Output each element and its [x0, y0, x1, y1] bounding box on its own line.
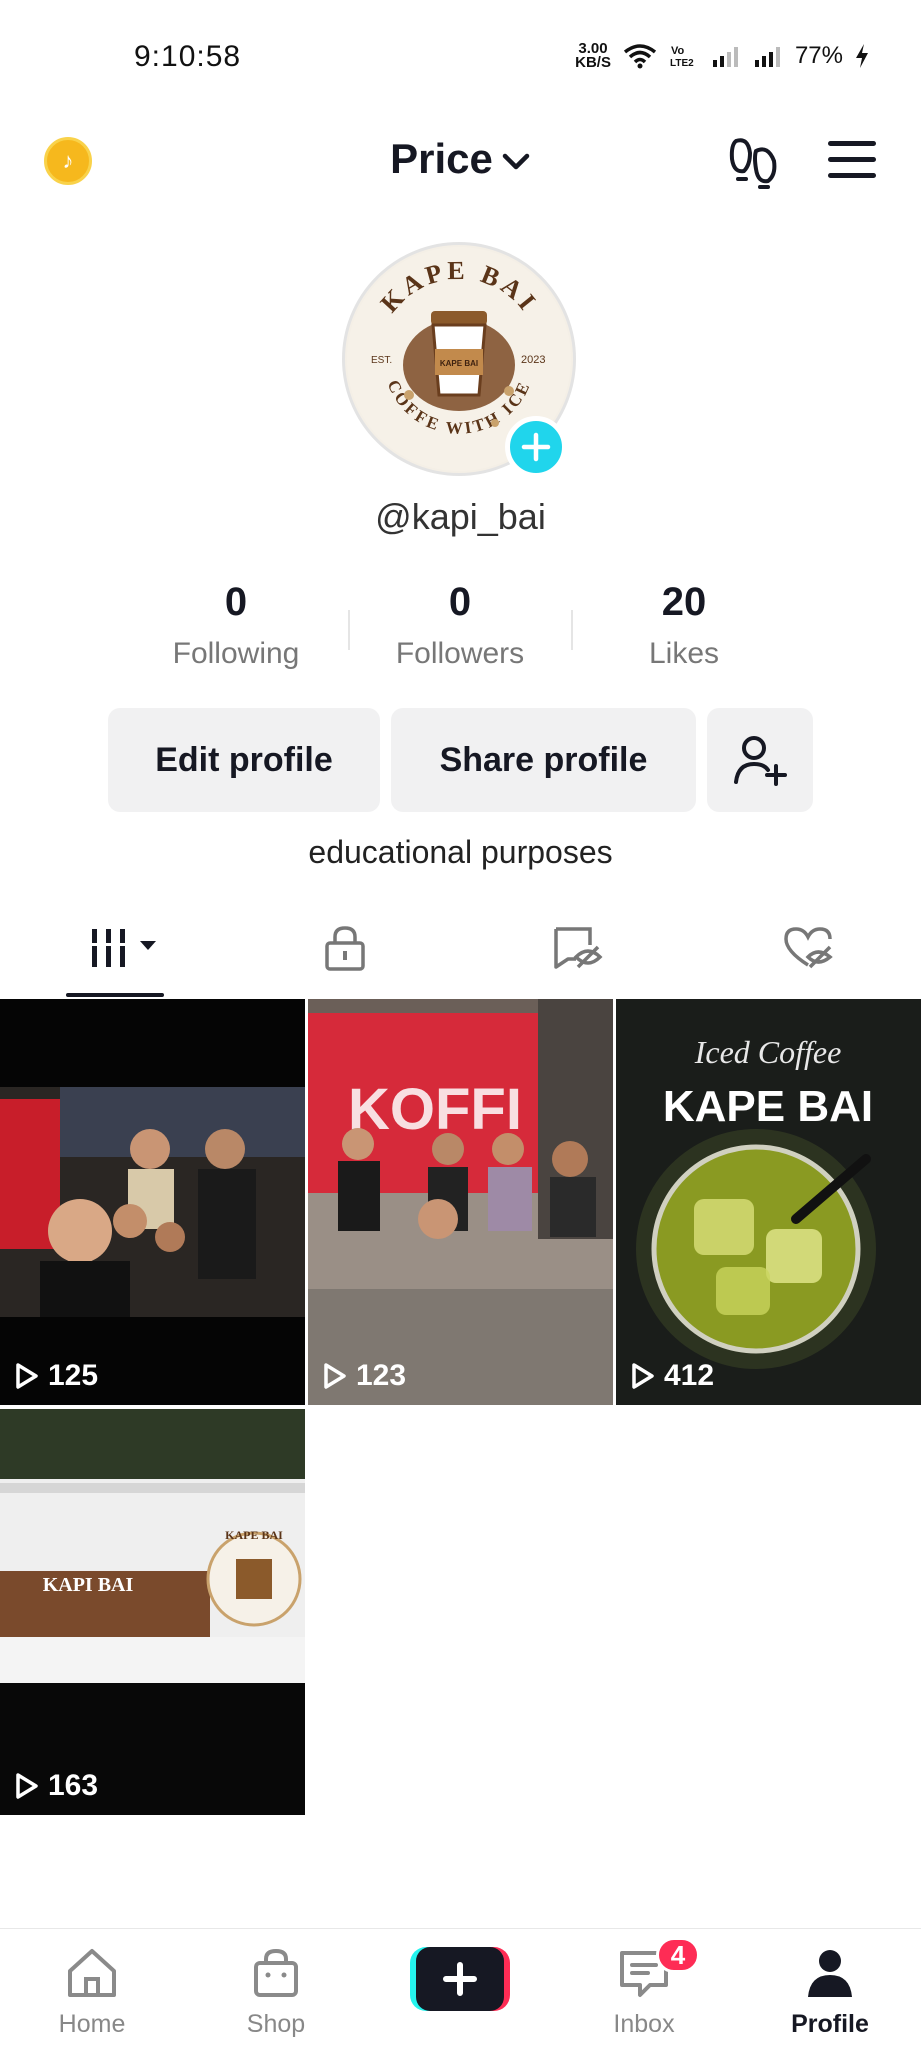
battery-percent: 77% [794, 42, 843, 69]
lock-icon [325, 926, 365, 971]
svg-text:KAPE BAI: KAPE BAI [225, 1528, 283, 1542]
followers-count: 0 [448, 580, 472, 624]
video-tile[interactable]: Iced Coffee KAPE BAI 412 [616, 999, 921, 1405]
nav-inbox-label: Inbox [613, 2010, 675, 2038]
svg-text:Vo: Vo [671, 45, 685, 57]
svg-text:KOFFI: KOFFI [348, 1077, 522, 1142]
stat-likes[interactable]: 20 Likes [584, 580, 784, 671]
volte-icon: VoLTE2 [670, 45, 694, 69]
likes-count: 20 [661, 580, 707, 624]
account-name: Price [390, 135, 493, 182]
video-thumbnail: KAPI BAI KAPE BAI [0, 1409, 305, 1815]
share-profile-button[interactable]: Share profile [391, 708, 696, 812]
add-friends-button[interactable] [707, 708, 813, 812]
liked-hidden-icon [784, 927, 833, 969]
signal-2-icon [754, 47, 780, 67]
status-indicators: 3.00 KB/S Vo LTE2 77% [575, 40, 869, 71]
menu-icon[interactable] [828, 141, 876, 189]
video-tile[interactable]: KAPI BAI KAPE BAI 163 [0, 1409, 305, 1815]
view-count: 125 [14, 1359, 98, 1393]
svg-text:2023: 2023 [521, 354, 545, 366]
stat-divider [571, 610, 573, 650]
following-label: Following [172, 637, 300, 670]
stat-followers[interactable]: 0 Followers [360, 580, 560, 671]
bottom-nav: Home Shop Inbox 4 Profile [0, 1928, 921, 2048]
view-count: 412 [630, 1359, 714, 1393]
svg-text:KAPE BAI: KAPE BAI [440, 359, 478, 368]
profile-bio: educational purposes [308, 834, 613, 870]
profile-header: ♪ Price [0, 125, 921, 205]
nav-profile-label: Profile [791, 2010, 869, 2038]
stat-following[interactable]: 0 Following [136, 580, 336, 671]
play-icon [324, 1363, 346, 1389]
nav-home[interactable]: Home [22, 1947, 162, 2039]
svg-text:KAPI BAI: KAPI BAI [43, 1574, 134, 1596]
account-switcher[interactable]: Price [0, 135, 921, 183]
wifi-icon [623, 44, 657, 69]
add-story-button[interactable] [505, 416, 567, 478]
svg-text:EST.: EST. [371, 355, 392, 366]
tab-liked[interactable] [782, 925, 834, 976]
video-tile[interactable]: 125 [0, 999, 305, 1405]
create-plus-icon [410, 1947, 510, 2011]
home-icon [68, 1949, 116, 1997]
likes-label: Likes [648, 637, 720, 670]
add-user-icon [734, 736, 787, 786]
tab-reposts[interactable] [552, 925, 604, 976]
status-bar: 9:10:58 3.00 KB/S Vo LTE2 77% [0, 0, 921, 110]
shopping-bag-icon [254, 1948, 298, 1997]
content-tabs [0, 905, 921, 997]
view-count: 123 [322, 1359, 406, 1393]
network-speed: 3.00 KB/S [575, 40, 611, 71]
nav-profile[interactable]: Profile [760, 1947, 900, 2039]
video-thumbnail [0, 999, 305, 1405]
plus-icon [521, 432, 551, 462]
video-thumbnail: KOFFI [308, 999, 613, 1405]
status-time: 9:10:58 [134, 40, 242, 73]
profile-stats: 0 Following 0 Followers 20 Likes [0, 580, 921, 680]
inbox-badge: 4 [656, 1937, 700, 1973]
followers-label: Followers [395, 637, 525, 670]
profile-icon [808, 1950, 852, 1997]
play-icon [632, 1363, 654, 1389]
svg-text:Iced Coffee: Iced Coffee [694, 1034, 842, 1070]
svg-text:LTE2: LTE2 [670, 58, 694, 69]
play-icon [16, 1363, 38, 1389]
videos-grid-icon [88, 929, 156, 967]
tab-private[interactable] [322, 925, 368, 976]
signal-1-icon [712, 47, 738, 67]
chevron-down-icon [502, 153, 530, 170]
tab-videos[interactable] [88, 925, 160, 976]
nav-shop-label: Shop [246, 2010, 306, 2038]
active-tab-indicator [66, 993, 164, 997]
edit-profile-button[interactable]: Edit profile [108, 708, 380, 812]
video-tile[interactable]: KOFFI 123 [308, 999, 613, 1405]
repost-icon [554, 927, 603, 969]
charging-icon [856, 44, 868, 68]
create-button[interactable] [410, 1947, 510, 2011]
nav-shop[interactable]: Shop [206, 1947, 346, 2039]
nav-home-label: Home [58, 2010, 126, 2038]
stat-divider [348, 610, 350, 650]
username: @kapi_bai [375, 496, 546, 537]
view-count: 163 [14, 1769, 98, 1803]
following-count: 0 [224, 580, 248, 624]
play-icon [16, 1773, 38, 1799]
video-thumbnail: Iced Coffee KAPE BAI [616, 999, 921, 1405]
footprint-icon[interactable] [728, 135, 780, 191]
svg-text:KAPE BAI: KAPE BAI [663, 1082, 873, 1131]
